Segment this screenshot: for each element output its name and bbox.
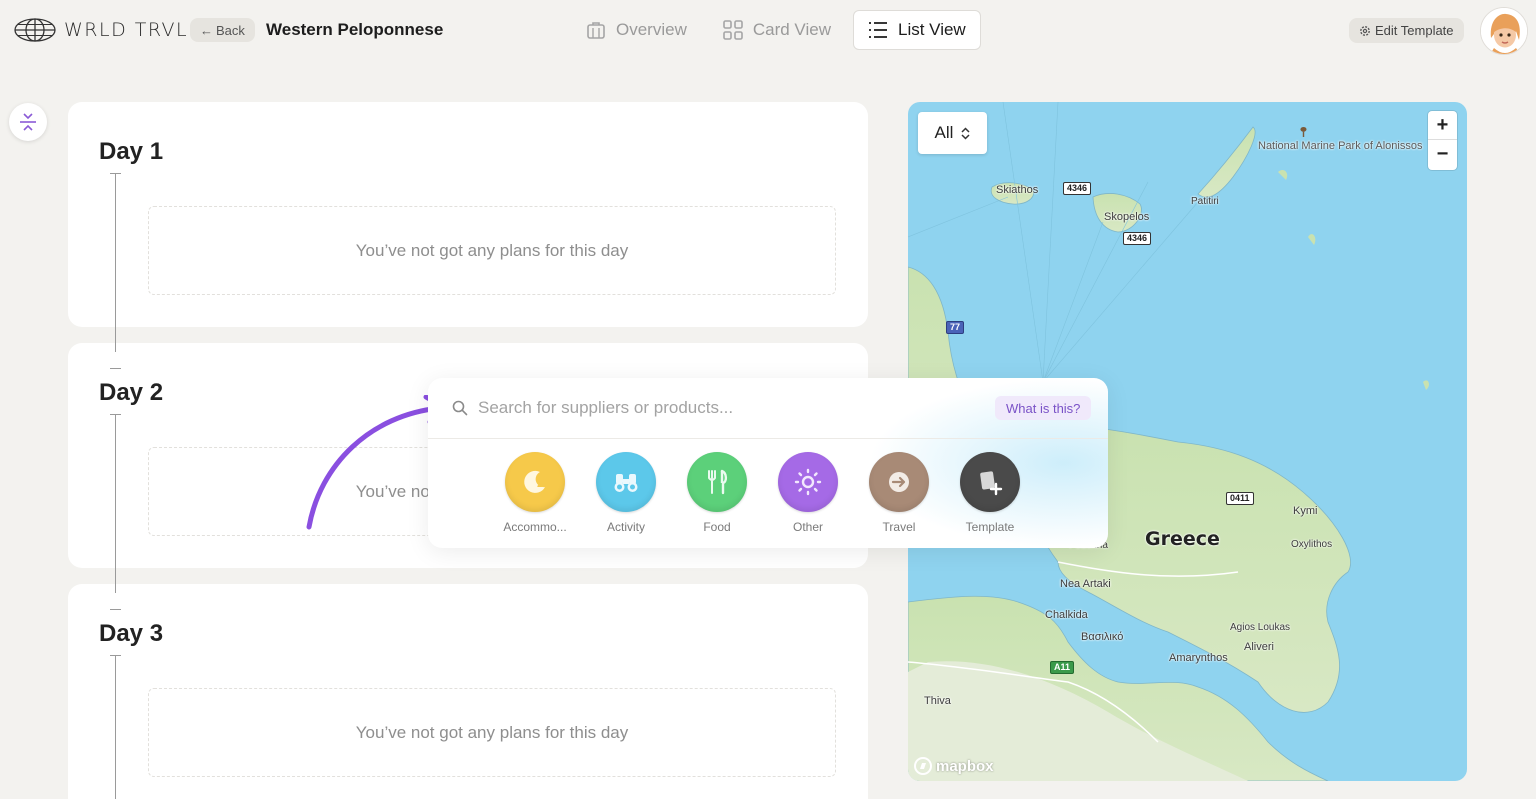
road-shield: A11 [1050, 661, 1075, 674]
zoom-out-button[interactable]: − [1428, 140, 1457, 169]
map-label: Βασιλικό [1081, 631, 1124, 643]
category-accommodation[interactable]: z Accommo... [503, 452, 567, 534]
category-circle [687, 452, 747, 512]
template-add-icon [980, 471, 1003, 496]
road-shield: 77 [946, 321, 965, 334]
collapse-icon [20, 113, 36, 131]
category-circle [778, 452, 838, 512]
timeline-line [115, 173, 116, 327]
page-title: Western Peloponnese [266, 20, 444, 39]
what-is-this-button[interactable]: What is this? [995, 396, 1092, 420]
map-filter-select[interactable]: All [918, 112, 987, 154]
timeline-line [115, 327, 116, 352]
map-label: Skiathos [996, 184, 1039, 196]
mapbox-logo-icon [914, 757, 932, 775]
user-avatar[interactable] [1480, 7, 1528, 55]
top-bar: WRLD TRVL ← Back Western Peloponnese Ove… [0, 0, 1536, 62]
grid-icon [723, 20, 743, 40]
category-label: Other [792, 520, 823, 534]
map-label: Aliveri [1244, 641, 1274, 653]
moon-icon: z [524, 470, 545, 493]
map-label: National Marine Park of Alonissos [1258, 140, 1423, 152]
category-food[interactable]: Food [687, 452, 747, 534]
timeline-line [115, 568, 116, 593]
gear-icon [1360, 25, 1370, 36]
search-bar: What is this? [428, 378, 1108, 439]
brand-logo[interactable]: WRLD TRVL [14, 18, 188, 42]
day-card-3: Day 3 You’ve not got any plans for this … [68, 568, 868, 799]
timeline-line [115, 414, 116, 568]
day-title: Day 3 [99, 620, 164, 647]
map-label: Greece [1145, 528, 1220, 550]
category-other[interactable]: Other [778, 452, 838, 534]
map-label: Kymi [1293, 505, 1318, 517]
day-title: Day 2 [99, 379, 164, 406]
category-label: Travel [882, 520, 916, 534]
map-label: Thiva [924, 695, 951, 707]
memoji-avatar-icon [1481, 8, 1527, 54]
brand-name: WRLD TRVL [64, 19, 189, 41]
park-marker-icon [1299, 124, 1308, 137]
road-shield: 4346 [1063, 182, 1092, 195]
tab-list-view[interactable]: List View [852, 10, 981, 50]
category-list: z Accommo... Activity Food Other Travel … [503, 452, 1020, 534]
edit-template-button[interactable]: Edit Template [1349, 18, 1464, 43]
tab-label: List View [897, 20, 966, 39]
mapbox-attribution[interactable]: mapbox [914, 757, 994, 775]
back-button[interactable]: ← Back [190, 18, 255, 42]
cutlery-icon [708, 469, 728, 495]
edit-template-label: Edit Template [1375, 23, 1454, 38]
map-label: Nea Artaki [1060, 578, 1111, 590]
map-label: Skopelos [1104, 211, 1150, 223]
road-shield: 0411 [1226, 492, 1254, 505]
category-activity[interactable]: Activity [596, 452, 656, 534]
arrow-left-icon: ← [200, 22, 213, 38]
category-template[interactable]: Template [960, 452, 1020, 534]
category-circle: z [505, 452, 565, 512]
list-icon [868, 22, 887, 38]
day-title: Day 1 [99, 138, 164, 165]
back-label: Back [216, 22, 245, 38]
zoom-in-button[interactable]: + [1428, 111, 1457, 140]
svg-text:z: z [537, 480, 542, 490]
category-label: Accommo... [503, 520, 567, 534]
search-popover: What is this? z Accommo... [428, 378, 1108, 548]
tab-label: Overview [616, 20, 687, 39]
map-label: Agios Loukas [1230, 622, 1291, 633]
filter-value: All [934, 123, 954, 142]
category-label: Activity [606, 520, 645, 534]
road-shield: 4346 [1123, 232, 1152, 245]
suitcase-icon [587, 22, 605, 39]
sun-icon [794, 468, 822, 496]
search-icon [452, 400, 468, 416]
binoculars-icon [614, 474, 638, 492]
category-circle [596, 452, 656, 512]
search-input[interactable] [478, 396, 918, 420]
empty-day-placeholder[interactable]: You’ve not got any plans for this day [148, 688, 836, 777]
view-tabs: Overview Card View List View [572, 10, 981, 50]
tab-overview[interactable]: Overview [572, 10, 701, 50]
day-card-1: Day 1 You’ve not got any plans for this … [68, 102, 868, 327]
chevron-updown-icon [961, 126, 970, 140]
empty-day-placeholder[interactable]: You’ve not got any plans for this day [148, 206, 836, 295]
category-label: Food [703, 520, 731, 534]
map-label: Chalkida [1045, 609, 1088, 621]
map-label: Patitiri [1191, 196, 1219, 207]
tab-card-view[interactable]: Card View [709, 10, 845, 50]
timeline-line [115, 655, 116, 799]
category-circle [960, 452, 1020, 512]
tab-label: Card View [752, 20, 831, 39]
timeline-tick [110, 609, 121, 610]
category-circle [869, 452, 929, 512]
map-label: Oxylithos [1291, 539, 1333, 550]
arrow-right-icon [889, 472, 909, 492]
category-travel[interactable]: Travel [869, 452, 929, 534]
mapbox-label: mapbox [936, 757, 994, 775]
timeline-tick [110, 368, 121, 369]
map-label: Amarynthos [1169, 652, 1228, 664]
category-label: Template [965, 520, 1015, 534]
zoom-control: + − [1428, 111, 1457, 170]
globe-icon [14, 18, 56, 42]
collapse-all-button[interactable] [9, 103, 47, 141]
